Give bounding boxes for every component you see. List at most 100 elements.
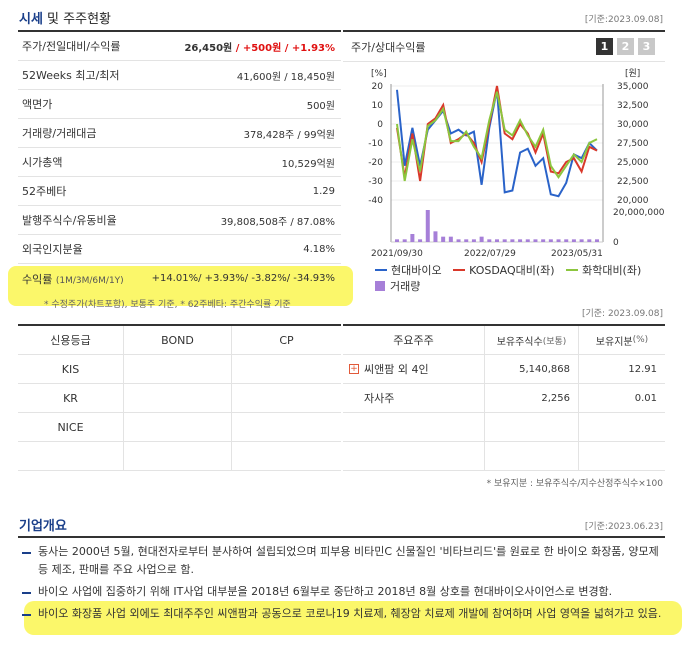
volume-bar xyxy=(495,239,499,242)
bond-cell xyxy=(124,413,232,441)
volume-bar xyxy=(402,239,407,242)
price-summary-table: 주가/전일대비/수익률 26,450원 / +500원 / +1.93% 52W… xyxy=(18,30,341,293)
volume-tick-label: 20,000,000 xyxy=(613,208,665,218)
holder-name: 자사주 xyxy=(343,384,485,412)
bond-cell xyxy=(124,355,232,383)
volume-bar xyxy=(571,239,576,242)
legend-label: 화학대비(좌) xyxy=(582,264,642,277)
x-tick-label: 2021/09/30 xyxy=(371,249,423,259)
volume-bar xyxy=(518,239,523,242)
summary-note: * 수정주가(차트포함), 보통주 기준, * 62주베타: 주간수익률 기준 xyxy=(44,300,291,310)
relative-return-chart: [%] [원] 20 10 0 -10 -20 -30 -40 35,000 32,500 30,00… xyxy=(368,68,665,259)
holders-header-row: 주요주주 보유주식수 (보통) 보유지분 (%) xyxy=(343,326,665,355)
holders-header: 보유주식수 (보통) xyxy=(485,326,579,354)
section-title-rest: 및 주주현황 xyxy=(42,12,111,27)
holder-name xyxy=(343,413,485,441)
y-tick-label: -20 xyxy=(368,158,383,168)
holders-base-date: [기준: 2023.09.08] xyxy=(581,309,663,319)
y2-tick-label: 30,000 xyxy=(617,120,649,130)
volume-bar xyxy=(579,239,584,242)
credit-header: 신용등급 xyxy=(18,326,124,354)
chart-legend: 현대바이오 KOSDAQ대비(좌) 화학대비(좌) 거래량 xyxy=(375,261,665,294)
summary-value: 26,450원 / +500원 / +1.93% xyxy=(184,39,335,54)
summary-value: 1.29 xyxy=(312,185,335,197)
chart-panel: 주가/상대수익률 1 2 3 [%] [원] 20 10 0 -10 -20 -30 -40 35… xyxy=(343,30,665,294)
summary-row-volume: 거래량/거래대금 378,428주 / 99억원 xyxy=(18,119,341,148)
summary-label: 거래량/거래대금 xyxy=(22,127,97,140)
summary-value: 4.18% xyxy=(303,243,335,255)
change-pct: / +1.93% xyxy=(281,42,335,54)
credit-header: CP xyxy=(279,333,294,347)
legend-label: 현대바이오 xyxy=(391,264,442,277)
bond-cell xyxy=(124,384,232,412)
x-tick-label: 2022/07/29 xyxy=(464,249,516,259)
company-base-date: [기준:2023.06.23] xyxy=(584,522,663,532)
legend-swatch xyxy=(566,269,579,271)
holder-shares xyxy=(485,442,579,470)
cp-cell xyxy=(232,442,341,470)
list-item: 동사는 2000년 5월, 현대전자로부터 분사하여 설립되었으며 피부용 비타… xyxy=(22,543,662,579)
y-tick-label: -40 xyxy=(368,196,383,206)
holders-header: 주요주주 xyxy=(343,326,485,354)
table-row xyxy=(343,413,665,442)
volume-bar xyxy=(464,239,469,242)
expand-icon[interactable]: + xyxy=(349,364,359,374)
summary-value: 41,600원 / 18,450원 xyxy=(236,71,335,83)
table-row xyxy=(343,442,665,471)
volume-bar xyxy=(456,239,461,242)
change-value: / +500원 xyxy=(232,42,282,54)
y-tick-label: 0 xyxy=(377,120,383,130)
cp-cell xyxy=(232,355,341,383)
cp-cell xyxy=(232,384,341,412)
y2-tick-label: 27,500 xyxy=(617,139,649,149)
chart-tab-3[interactable]: 3 xyxy=(638,38,655,55)
holder-shares xyxy=(485,413,579,441)
holder-name xyxy=(343,442,485,470)
volume-tick-label: 0 xyxy=(613,238,619,248)
volume-bar xyxy=(425,210,430,242)
table-row: NICE xyxy=(18,413,341,442)
volume-bar xyxy=(487,239,492,242)
section-title-main: 시세 xyxy=(19,12,43,27)
y2-tick-label: 32,500 xyxy=(617,101,649,111)
return-label-main: 수익률 xyxy=(22,272,53,286)
y-tick-label: -10 xyxy=(368,139,383,149)
summary-value: 39,808,508주 / 87.08% xyxy=(220,216,335,228)
cp-cell xyxy=(232,413,341,441)
holder-shares: 2,256 xyxy=(485,384,579,412)
y-tick-label: 10 xyxy=(372,101,384,111)
credit-agency: KIS xyxy=(18,355,124,383)
x-tick-label: 2023/05/31 xyxy=(551,249,603,259)
volume-bar xyxy=(471,239,476,242)
summary-row-par: 액면가 500원 xyxy=(18,90,341,119)
summary-row-beta: 52주베타 1.29 xyxy=(18,177,341,206)
chart-tab-1[interactable]: 1 xyxy=(596,38,613,55)
summary-label: 외국인지분율 xyxy=(22,243,83,256)
y2-tick-label: 20,000 xyxy=(617,196,649,206)
volume-bar xyxy=(448,236,453,242)
summary-label: 액면가 xyxy=(22,98,53,111)
volume-bar xyxy=(541,239,546,242)
volume-bar xyxy=(510,239,515,242)
legend-item: KOSDAQ대비(좌) xyxy=(453,262,555,278)
volume-bar xyxy=(525,239,530,242)
volume-bar xyxy=(395,239,399,242)
list-item: 바이오 사업에 집중하기 위해 IT사업 대부분을 2018년 6월부로 중단하… xyxy=(22,583,662,601)
volume-bar xyxy=(587,239,592,242)
legend-label: 거래량 xyxy=(390,280,421,293)
credit-header-row: 신용등급 BOND CP xyxy=(18,326,341,355)
volume-bar xyxy=(418,239,423,242)
divider xyxy=(18,536,665,538)
company-overview-list: 동사는 2000년 5월, 현대전자로부터 분사하여 설립되었으며 피부용 비타… xyxy=(22,543,662,627)
holder-name[interactable]: + 씨앤팜 외 4인 xyxy=(343,355,485,383)
y-tick-label: -30 xyxy=(368,177,383,187)
holder-pct: 0.01 xyxy=(634,392,657,404)
y2-tick-label: 25,000 xyxy=(617,158,649,168)
holders-header-sub: (보통) xyxy=(542,336,567,347)
volume-bar xyxy=(533,239,538,242)
y2-tick-label: 22,500 xyxy=(617,177,649,187)
chart-tab-2[interactable]: 2 xyxy=(617,38,634,55)
legend-swatch xyxy=(453,269,466,271)
holder-name-text: 씨앤팜 외 4인 xyxy=(364,363,429,376)
table-row: KR xyxy=(18,384,341,413)
